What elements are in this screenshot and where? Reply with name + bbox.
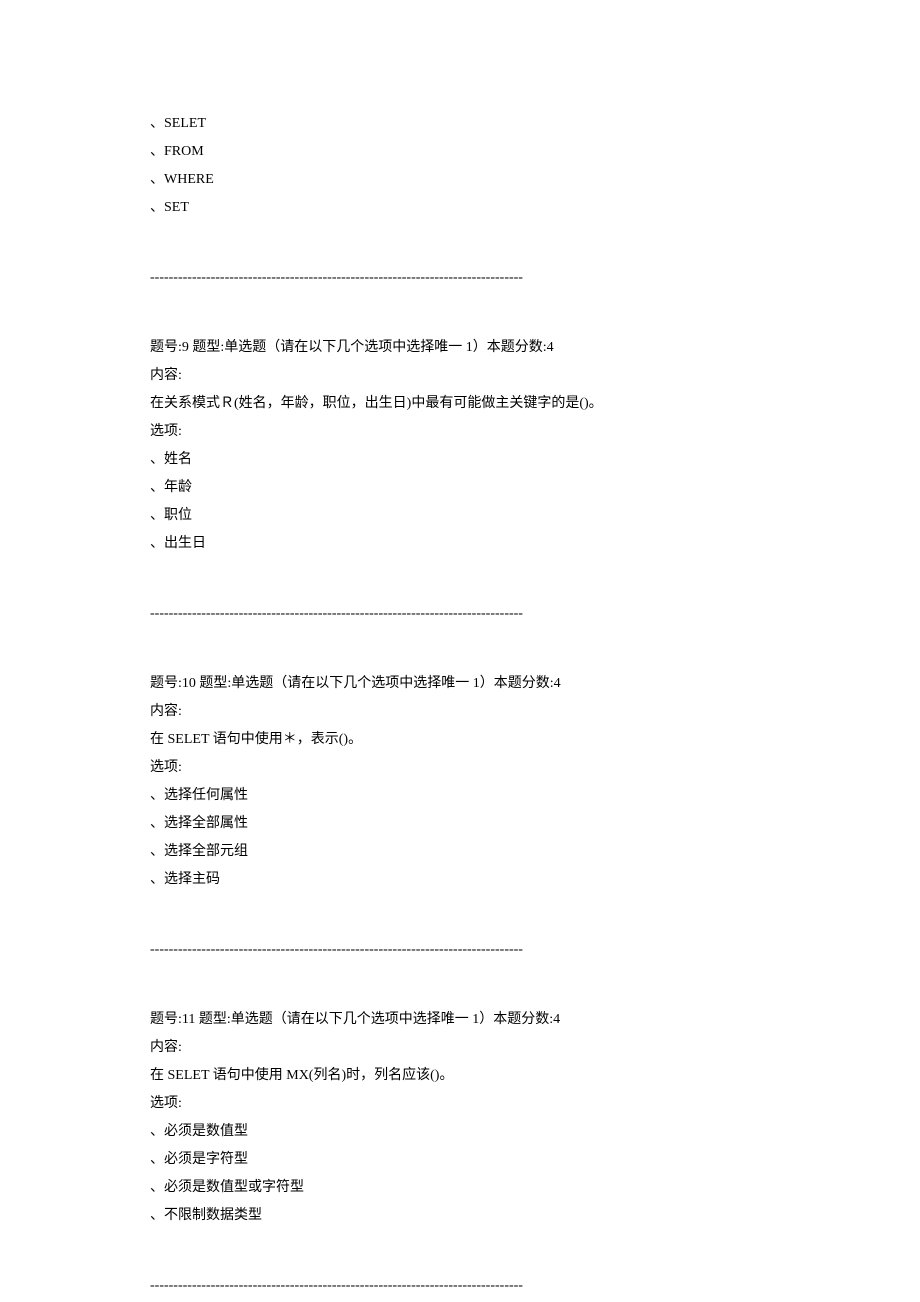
separator: ----------------------------------------… bbox=[150, 264, 770, 292]
options-label: 选项: bbox=[150, 1090, 770, 1118]
option-c: 、职位 bbox=[150, 502, 770, 530]
question-11: 题号:11 题型:单选题（请在以下几个选项中选择唯一 1）本题分数:4 内容: … bbox=[150, 1006, 770, 1230]
content-label: 内容: bbox=[150, 698, 770, 726]
question-header: 题号:10 题型:单选题（请在以下几个选项中选择唯一 1）本题分数:4 bbox=[150, 670, 770, 698]
option-c: 、选择全部元组 bbox=[150, 838, 770, 866]
content-label: 内容: bbox=[150, 362, 770, 390]
separator: ----------------------------------------… bbox=[150, 936, 770, 964]
content-label: 内容: bbox=[150, 1034, 770, 1062]
content-text: 在 SELET 语句中使用 MX(列名)时，列名应该()。 bbox=[150, 1062, 770, 1090]
option-b: 、必须是字符型 bbox=[150, 1146, 770, 1174]
option-c: 、WHERE bbox=[150, 166, 770, 194]
question-8-fragment: 、SELET 、FROM 、WHERE 、SET bbox=[150, 110, 770, 222]
content-text: 在关系模式Ｒ(姓名，年龄，职位，出生日)中最有可能做主关键字的是()。 bbox=[150, 390, 770, 418]
separator: ----------------------------------------… bbox=[150, 600, 770, 628]
question-9: 题号:9 题型:单选题（请在以下几个选项中选择唯一 1）本题分数:4 内容: 在… bbox=[150, 334, 770, 558]
question-10: 题号:10 题型:单选题（请在以下几个选项中选择唯一 1）本题分数:4 内容: … bbox=[150, 670, 770, 894]
option-b: 、FROM bbox=[150, 138, 770, 166]
question-header: 题号:11 题型:单选题（请在以下几个选项中选择唯一 1）本题分数:4 bbox=[150, 1006, 770, 1034]
option-c: 、必须是数值型或字符型 bbox=[150, 1174, 770, 1202]
option-a: 、SELET bbox=[150, 110, 770, 138]
question-header: 题号:9 题型:单选题（请在以下几个选项中选择唯一 1）本题分数:4 bbox=[150, 334, 770, 362]
option-d: 、出生日 bbox=[150, 530, 770, 558]
option-b: 、年龄 bbox=[150, 474, 770, 502]
separator: ----------------------------------------… bbox=[150, 1272, 770, 1300]
option-a: 、必须是数值型 bbox=[150, 1118, 770, 1146]
content-text: 在 SELET 语句中使用＊，表示()。 bbox=[150, 726, 770, 754]
option-d: 、SET bbox=[150, 194, 770, 222]
option-b: 、选择全部属性 bbox=[150, 810, 770, 838]
option-a: 、选择任何属性 bbox=[150, 782, 770, 810]
option-a: 、姓名 bbox=[150, 446, 770, 474]
options-label: 选项: bbox=[150, 418, 770, 446]
options-label: 选项: bbox=[150, 754, 770, 782]
option-d: 、不限制数据类型 bbox=[150, 1202, 770, 1230]
option-d: 、选择主码 bbox=[150, 866, 770, 894]
